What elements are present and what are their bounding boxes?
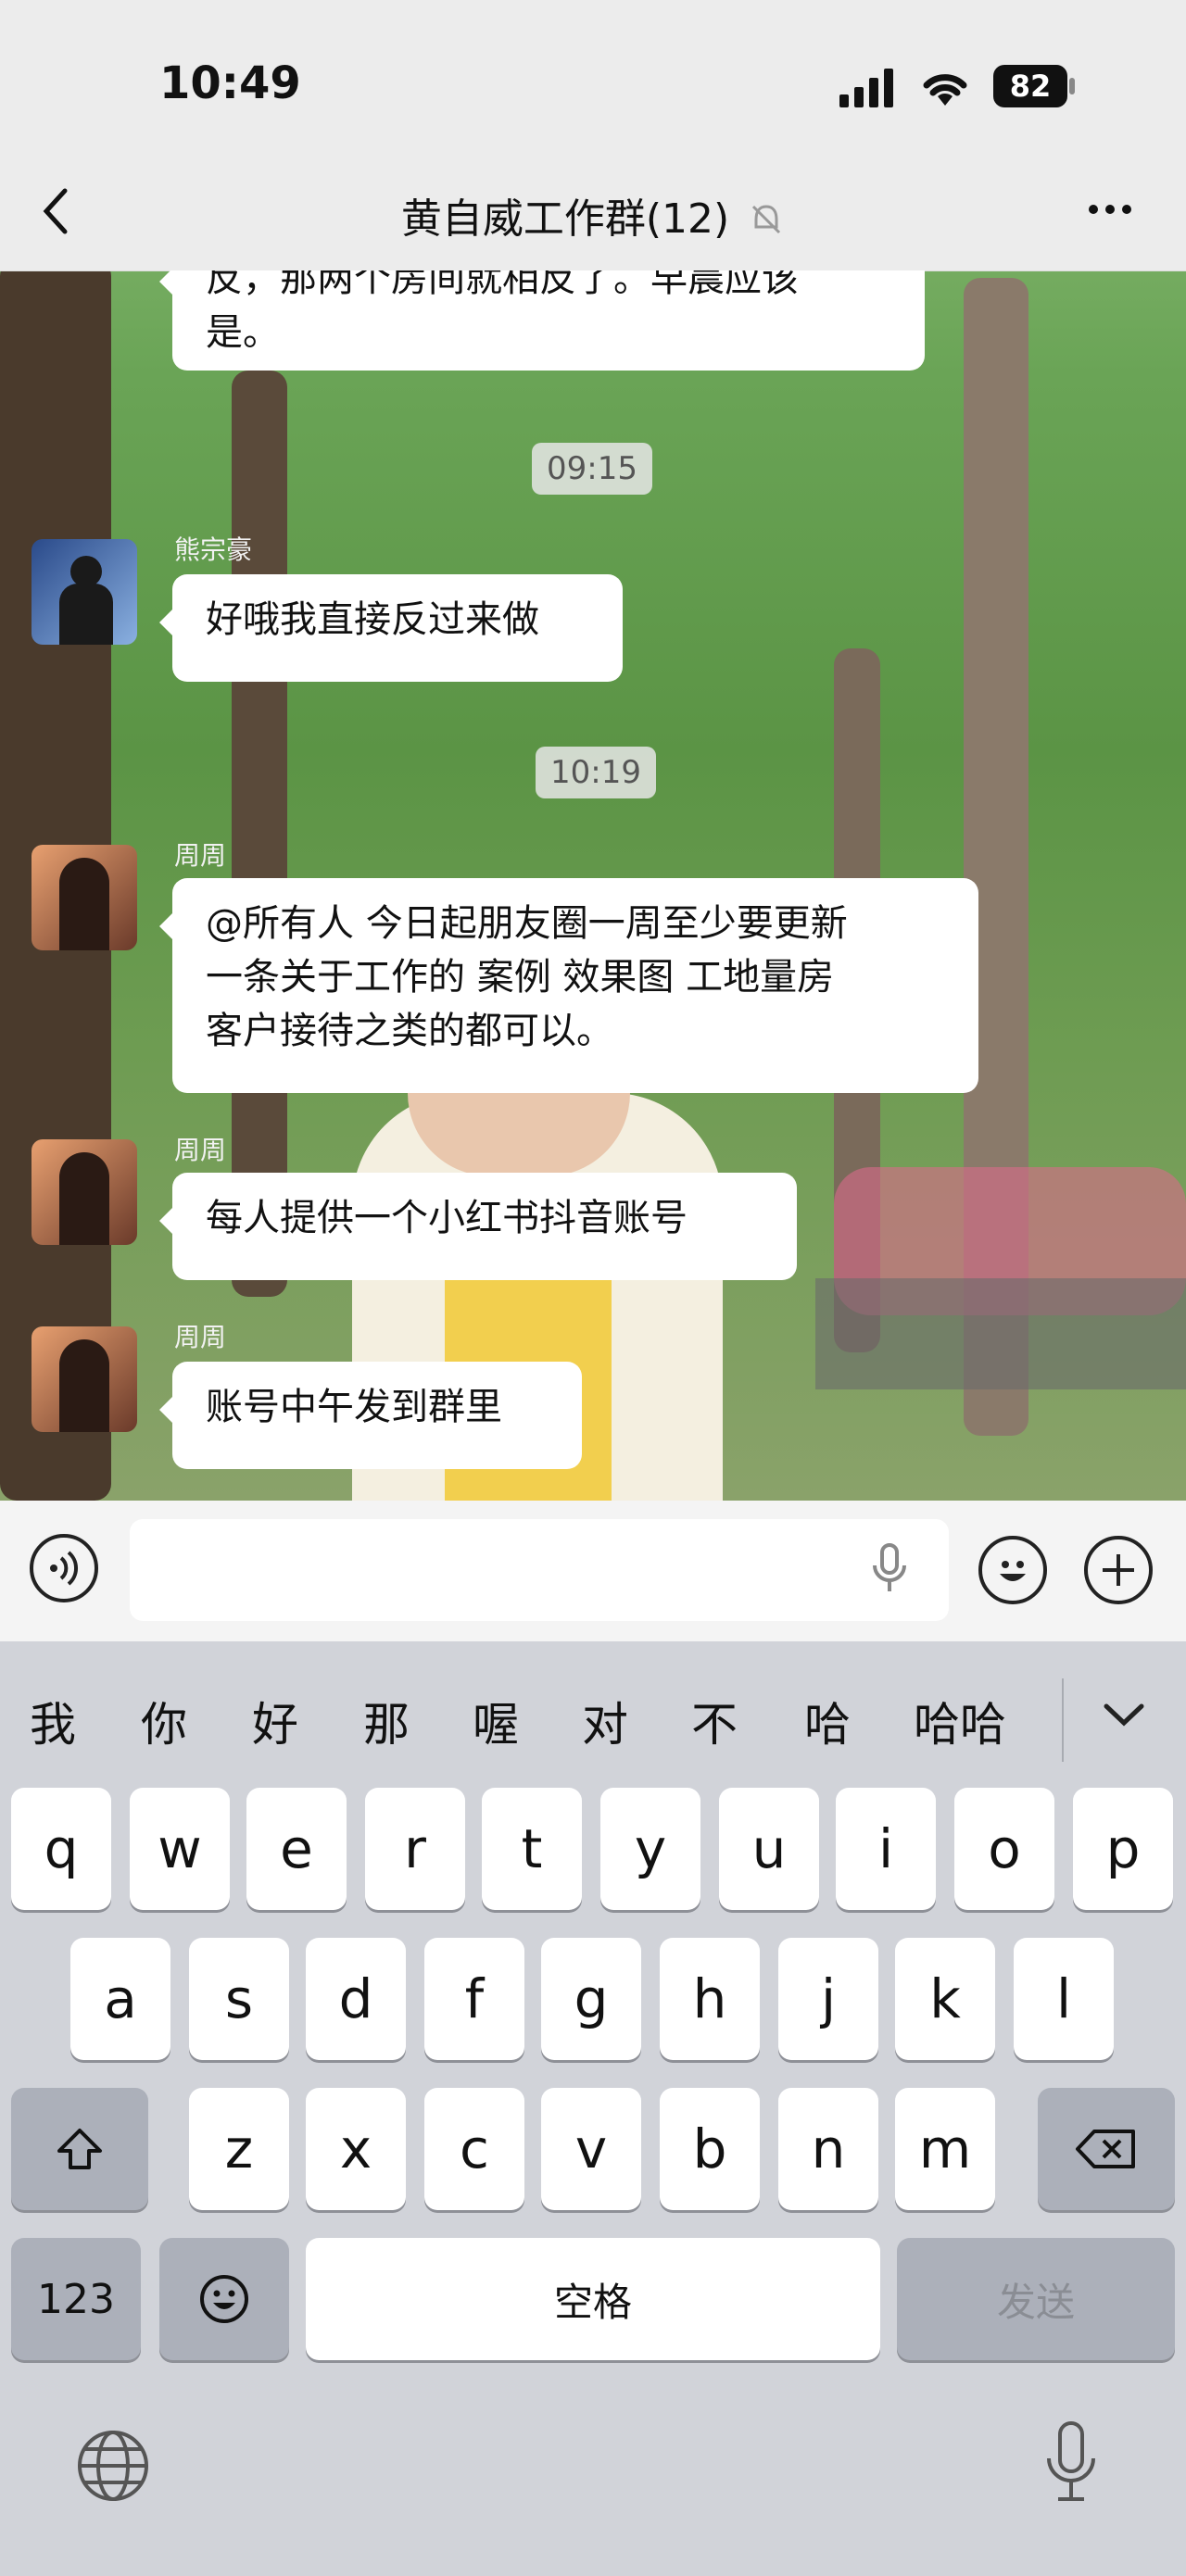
- key-d[interactable]: d: [306, 1938, 406, 2060]
- key-g[interactable]: g: [541, 1938, 641, 2060]
- avatar[interactable]: [32, 1139, 137, 1245]
- key-i[interactable]: i: [836, 1788, 936, 1910]
- message-text-line: 是。: [206, 311, 280, 354]
- wifi-icon: [919, 65, 971, 107]
- key-a[interactable]: a: [70, 1938, 170, 2060]
- numbers-key[interactable]: 123: [11, 2238, 141, 2360]
- delete-key[interactable]: [1038, 2088, 1175, 2210]
- key-w[interactable]: w: [130, 1788, 230, 1910]
- key-t[interactable]: t: [482, 1788, 582, 1910]
- emoji-button[interactable]: [978, 1536, 1047, 1604]
- candidate-word[interactable]: 好: [252, 1688, 298, 1754]
- key-p[interactable]: p: [1073, 1788, 1173, 1910]
- candidate-word[interactable]: 你: [141, 1688, 187, 1754]
- battery-level: 82: [1009, 69, 1052, 104]
- message-bubble[interactable]: 好哦我直接反过来做: [159, 574, 623, 682]
- microphone-icon[interactable]: [869, 1541, 910, 1597]
- avatar[interactable]: [32, 1326, 137, 1432]
- key-l[interactable]: l: [1014, 1938, 1114, 2060]
- voice-toggle-button[interactable]: [30, 1534, 98, 1602]
- key-q[interactable]: q: [11, 1788, 111, 1910]
- candidate-word[interactable]: 哈: [804, 1688, 851, 1754]
- more-dots-icon: [1089, 205, 1131, 214]
- battery-icon: 82: [993, 65, 1077, 107]
- key-x[interactable]: x: [306, 2088, 406, 2210]
- message-input[interactable]: [130, 1519, 949, 1621]
- candidate-word[interactable]: 那: [363, 1688, 410, 1754]
- key-r[interactable]: r: [365, 1788, 465, 1910]
- shift-arrow-icon: [57, 2129, 102, 2169]
- key-m[interactable]: m: [895, 2088, 995, 2210]
- space-key[interactable]: 空格: [306, 2238, 880, 2360]
- key-s[interactable]: s: [189, 1938, 289, 2060]
- dictation-microphone-icon[interactable]: [1043, 2419, 1099, 2507]
- group-title: 黄自威工作群(12): [0, 185, 1186, 245]
- message-bubble[interactable]: 每人提供一个小红书抖音账号: [159, 1173, 797, 1280]
- message-bubble-partial[interactable]: 反，那两个房间就相反了。早晨应该 是。: [159, 270, 925, 371]
- sender-name: 熊宗豪: [174, 534, 253, 565]
- candidate-word[interactable]: 哈哈: [914, 1688, 1006, 1754]
- emoji-key[interactable]: [159, 2238, 289, 2360]
- candidate-divider: [1062, 1678, 1064, 1762]
- key-h[interactable]: h: [660, 1938, 760, 2060]
- plus-icon: [1103, 1554, 1134, 1586]
- key-c[interactable]: c: [424, 2088, 524, 2210]
- timestamp: 09:15: [532, 443, 652, 495]
- add-attachment-button[interactable]: [1084, 1536, 1153, 1604]
- voice-wave-icon: [50, 1551, 79, 1586]
- globe-icon[interactable]: [74, 2427, 152, 2505]
- sender-name: 周周: [174, 1135, 227, 1165]
- smiley-icon: [1000, 1561, 1026, 1581]
- key-n[interactable]: n: [778, 2088, 878, 2210]
- message-bubble[interactable]: 账号中午发到群里: [159, 1362, 582, 1469]
- smiley-icon: [200, 2275, 248, 2323]
- timestamp: 10:19: [536, 747, 656, 798]
- more-button[interactable]: [1084, 195, 1140, 222]
- message-text-line: @所有人 今日起朋友圈一周至少要更新: [206, 902, 848, 945]
- candidate-word[interactable]: 喔: [473, 1688, 519, 1754]
- message-text-line: 客户接待之类的都可以。: [206, 1010, 613, 1052]
- candidate-word[interactable]: 不: [691, 1688, 738, 1754]
- status-time: 10:49: [159, 57, 301, 109]
- message-text-line: 一条关于工作的 案例 效果图 工地量房: [206, 956, 835, 999]
- sender-name: 周周: [174, 1322, 227, 1352]
- key-u[interactable]: u: [719, 1788, 819, 1910]
- shift-key[interactable]: [11, 2088, 148, 2210]
- key-y[interactable]: y: [600, 1788, 700, 1910]
- signal-icon: [839, 67, 899, 107]
- key-f[interactable]: f: [424, 1938, 524, 2060]
- message-text-line: 反，那两个房间就相反了。早晨应该: [206, 270, 799, 300]
- message-bubble[interactable]: @所有人 今日起朋友圈一周至少要更新 一条关于工作的 案例 效果图 工地量房 客…: [159, 878, 978, 1093]
- key-o[interactable]: o: [954, 1788, 1054, 1910]
- candidate-word[interactable]: 我: [30, 1688, 76, 1754]
- key-j[interactable]: j: [778, 1938, 878, 2060]
- message-list: 反，那两个房间就相反了。早晨应该 是。 09:15 熊宗豪 好哦我直接反过来做 …: [0, 270, 1186, 1501]
- send-key[interactable]: 发送: [897, 2238, 1175, 2360]
- key-k[interactable]: k: [895, 1938, 995, 2060]
- expand-candidates-button[interactable]: [1101, 1697, 1147, 1734]
- key-b[interactable]: b: [660, 2088, 760, 2210]
- mute-bell-icon: [752, 205, 781, 234]
- key-v[interactable]: v: [541, 2088, 641, 2210]
- backspace-icon: [1076, 2130, 1135, 2168]
- chevron-down-icon: [1104, 1703, 1144, 1727]
- key-e[interactable]: e: [246, 1788, 347, 1910]
- key-z[interactable]: z: [189, 2088, 289, 2210]
- group-title-text: 黄自威工作群(12): [400, 195, 730, 243]
- candidate-word[interactable]: 对: [582, 1688, 628, 1754]
- avatar[interactable]: [32, 845, 137, 950]
- sender-name: 周周: [174, 840, 227, 871]
- avatar[interactable]: [32, 539, 137, 645]
